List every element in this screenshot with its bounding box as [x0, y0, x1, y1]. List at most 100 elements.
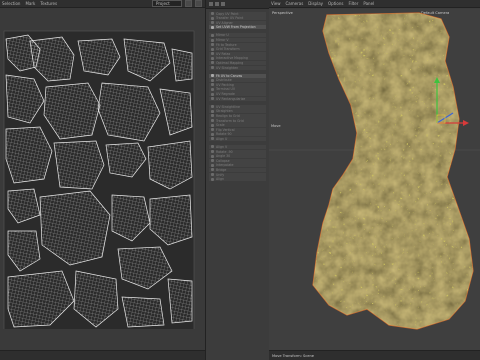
uv-island[interactable]	[121, 296, 165, 328]
uv-tool-item[interactable]: Mirror V	[209, 37, 266, 43]
uv-tool-label: Scale	[216, 123, 225, 128]
uv-tool-item[interactable]: UV Aligner	[209, 20, 266, 25]
uv-tool-item[interactable]: UV Relax	[209, 51, 266, 56]
uv-tool-item[interactable]: UV Straightline	[209, 104, 266, 109]
uv-tool-label: Grid Transform	[216, 47, 240, 52]
tool-icon	[211, 177, 214, 181]
uv-tool-item[interactable]: Interpolate	[209, 163, 266, 168]
menu-display[interactable]: Display	[308, 1, 323, 6]
uv-tool-label: Fit to Texture	[216, 42, 237, 47]
tools-list: Copy UV Point Transfer UV Point UV Aligner…	[206, 9, 269, 184]
uv-tool-item[interactable]: Straighten	[209, 109, 266, 114]
tool-icon	[211, 21, 214, 25]
uv-tool-item[interactable]: Align U	[209, 136, 266, 141]
menu-panel[interactable]: Panel	[363, 1, 374, 6]
tool-icon[interactable]	[209, 2, 213, 6]
menu-view[interactable]: View	[271, 1, 281, 6]
tool-icon	[211, 38, 214, 42]
uv-tool-item[interactable]: UV Packing	[209, 82, 266, 87]
uv-tool-item[interactable]: Transform to Grid	[209, 118, 266, 123]
uv-tool-item[interactable]: UV Straighten	[209, 65, 266, 70]
uv-tool-item[interactable]: Transfer UV Point	[209, 16, 266, 21]
viewport-status: Move Transform: Scene	[272, 353, 314, 358]
viewport-menubar: View Cameras Display Options Filter Pane…	[269, 0, 480, 8]
uv-tool-item[interactable]: Optimal Mapping	[209, 60, 266, 66]
uv-island[interactable]	[167, 278, 193, 324]
uv-menubar: Selection Mark Textures Project	[0, 0, 205, 8]
tool-icon	[211, 16, 214, 20]
menu-filter[interactable]: Filter	[348, 1, 358, 6]
3d-viewport[interactable]: Perspective Default Camera Move	[269, 9, 480, 351]
uv-tool-item[interactable]: UV Regrade	[209, 92, 266, 97]
uv-tool-label: UV Straightline	[216, 104, 240, 109]
tool-icon	[211, 132, 214, 136]
tool-icon	[211, 83, 214, 87]
uv-tool-item[interactable]: Unify	[209, 172, 266, 177]
uv-tool-label: UV Relax	[216, 51, 231, 56]
uv-tool-item[interactable]: Rotate 90	[209, 132, 266, 137]
tool-icon	[211, 66, 214, 70]
uv-tool-item[interactable]: Mirror U	[209, 33, 266, 38]
uv-tool-label: Rotate -90	[216, 149, 233, 154]
tool-icon	[211, 78, 214, 82]
uv-tool-item[interactable]: Copy UV Point	[209, 11, 266, 16]
uv-tool-label: Interactive Mapping	[216, 56, 248, 61]
uv-tool-item[interactable]: Fit UV to Canvas	[209, 73, 266, 78]
tool-icon[interactable]	[215, 2, 219, 6]
menu-textures[interactable]: Textures	[40, 1, 57, 6]
grid-icon[interactable]	[185, 0, 192, 7]
uv-editor-pane: Selection Mark Textures Project	[0, 0, 205, 360]
uv-tool-item[interactable]: Flip Vertical	[209, 127, 266, 132]
uv-tool-label: Transform to Grid	[216, 118, 244, 123]
uv-tool-label: Rotate 90	[216, 132, 232, 137]
uv-tool-label: Unify	[216, 172, 225, 177]
uv-tool-item[interactable]: UV Rectangularize	[209, 96, 266, 101]
uv-tool-label: Distribute	[216, 78, 232, 83]
uv-tool-item[interactable]: Angle 30	[209, 154, 266, 159]
uv-tool-item[interactable]: Rotate -90	[209, 149, 266, 154]
menu-mark[interactable]: Mark	[25, 1, 35, 6]
tool-icon	[211, 92, 214, 96]
uv-tool-item[interactable]: Collapse	[209, 158, 266, 163]
x-arrow-icon[interactable]	[463, 120, 469, 126]
uv-statusbar	[0, 350, 205, 360]
uv-tool-label: Align	[216, 177, 224, 182]
tool-icon	[211, 145, 214, 149]
uv-tool-item[interactable]: Realign to Grid	[209, 113, 266, 118]
tool-icon	[211, 150, 214, 154]
tool-icon	[211, 128, 214, 132]
menu-options[interactable]: Options	[328, 1, 343, 6]
uv-canvas[interactable]	[0, 9, 205, 329]
uv-tool-label: Copy UV Point	[216, 11, 239, 16]
uv-tool-item[interactable]: Scale	[209, 123, 266, 128]
uv-tool-item[interactable]: Bridge	[209, 167, 266, 172]
tool-icon	[211, 47, 214, 51]
uv-tool-item[interactable]: Distribute	[209, 78, 266, 83]
uv-tool-item[interactable]: Set UVW From Projection	[209, 25, 266, 30]
uv-tool-label: UV Aligner	[216, 20, 233, 25]
tool-icon	[211, 137, 214, 141]
menu-cameras[interactable]: Cameras	[286, 1, 304, 6]
viewport-pane: View Cameras Display Options Filter Pane…	[269, 0, 480, 360]
uv-tool-label: Interpolate	[216, 163, 234, 168]
project-dropdown[interactable]: Project	[152, 0, 182, 7]
settings-icon[interactable]	[195, 0, 202, 7]
tool-icon	[211, 12, 214, 16]
menu-selection[interactable]: Selection	[2, 1, 20, 6]
tool-icon[interactable]	[221, 2, 225, 6]
uv-tool-item[interactable]: Align V	[209, 144, 266, 150]
tool-icon	[211, 56, 214, 60]
uv-tool-label: Set UVW From Projection	[216, 25, 256, 30]
uv-tool-item[interactable]: Grid Transform	[209, 47, 266, 52]
tool-icon	[211, 168, 214, 172]
uv-tool-label: Align U	[216, 136, 228, 141]
tool-icon	[211, 163, 214, 167]
uv-tool-item[interactable]: Align	[209, 177, 266, 182]
uv-tool-item[interactable]: Interactive Mapping	[209, 56, 266, 61]
uv-tool-item[interactable]: Terminal UV	[209, 87, 266, 92]
mesh-view	[269, 12, 480, 330]
uv-tool-label: Flip Vertical	[216, 127, 235, 132]
uv-tool-label: UV Rectangularize	[216, 96, 246, 101]
uv-tool-item[interactable]: Fit to Texture	[209, 42, 266, 47]
tool-icon	[211, 87, 214, 91]
